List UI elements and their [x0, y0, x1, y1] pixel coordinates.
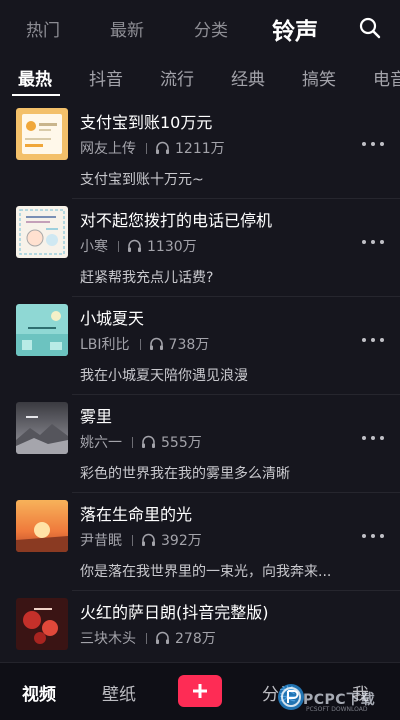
- ringtone-description: 赶紧帮我充点儿话费?: [80, 270, 214, 286]
- ringtone-author: 三块木头: [80, 631, 136, 647]
- ringtone-author: 姚六一: [80, 435, 122, 451]
- ringtone-play-count: 392万: [161, 533, 202, 549]
- ringtone-title: 对不起您拨打的电话已停机: [80, 211, 273, 230]
- ringtone-play-count: 278万: [175, 631, 216, 647]
- headphones-icon: [156, 631, 169, 644]
- tab-new[interactable]: 最新: [110, 16, 144, 41]
- ringtone-item[interactable]: 落在生命里的光 尹昔眠 392万 你是落在我世界里的一束光，向我奔来...: [0, 494, 400, 592]
- ringtone-meta: 姚六一 555万: [80, 432, 202, 452]
- create-button[interactable]: [178, 675, 222, 707]
- alipay-receipt-thumb-icon: [16, 108, 68, 160]
- tab-hot[interactable]: 热门: [26, 16, 60, 41]
- subtab-electronic[interactable]: 电音: [373, 65, 400, 90]
- more-options-icon[interactable]: [360, 136, 386, 152]
- sub-tabs: 最热 抖音 流行 经典 搞笑 电音: [0, 58, 400, 98]
- meta-separator: [132, 436, 133, 448]
- subtab-pop[interactable]: 流行: [160, 65, 194, 90]
- ringtone-play-count: 555万: [161, 435, 202, 451]
- ringtone-description: 你是落在我世界里的一束光，向我奔来...: [80, 564, 332, 580]
- ringtone-title: 落在生命里的光: [80, 505, 193, 524]
- ringtone-item[interactable]: 对不起您拨打的电话已停机 小寒 1130万 赶紧帮我充点儿话费?: [0, 200, 400, 298]
- headphones-icon: [149, 337, 163, 350]
- ringtone-item[interactable]: 火红的萨日朗(抖音完整版) 三块木头 278万: [0, 592, 400, 662]
- bottom-tab-video[interactable]: 视频: [22, 680, 56, 705]
- ringtone-item[interactable]: 支付宝到账10万元 网友上传 1211万 支付宝到账十万元~: [0, 102, 400, 200]
- ringtone-title: 小城夏天: [80, 309, 145, 328]
- more-options-icon[interactable]: [360, 430, 386, 446]
- more-options-icon[interactable]: [360, 332, 386, 348]
- ringtone-author: 小寒: [80, 239, 108, 255]
- ringtone-title: 支付宝到账10万元: [80, 113, 213, 132]
- tab-ringtone[interactable]: 铃声: [272, 12, 318, 46]
- ringtone-author: 网友上传: [80, 141, 136, 157]
- more-options-icon[interactable]: [360, 234, 386, 250]
- red-flower-thumb-icon: [16, 598, 68, 650]
- divider: [72, 394, 400, 395]
- divider: [72, 590, 400, 591]
- ringtone-author: LBI利比: [80, 337, 130, 353]
- divider: [72, 492, 400, 493]
- ringtone-play-count: 1130万: [147, 239, 197, 255]
- headphones-icon: [142, 435, 155, 448]
- meta-separator: [132, 534, 133, 546]
- subtab-classic[interactable]: 经典: [231, 65, 265, 90]
- watermark-subtext: PCSOFT DOWNLOAD: [306, 706, 368, 713]
- subtab-douyin[interactable]: 抖音: [89, 65, 123, 90]
- ringtone-meta: LBI利比 738万: [80, 334, 209, 354]
- headphones-icon: [156, 141, 169, 154]
- top-nav: 热门 最新 分类 铃声: [0, 0, 400, 58]
- ringtone-description: 我在小城夏天陪你遇见浪漫: [80, 368, 248, 384]
- divider: [72, 296, 400, 297]
- search-button[interactable]: [356, 14, 384, 42]
- ringtone-item[interactable]: 雾里 姚六一 555万 彩色的世界我在我的雾里多么清晰: [0, 396, 400, 494]
- plus-icon: [193, 684, 207, 698]
- headphones-icon: [128, 239, 141, 252]
- ringtone-meta: 尹昔眠 392万: [80, 530, 202, 550]
- subtab-hottest[interactable]: 最热: [18, 65, 52, 90]
- headphones-icon: [142, 533, 155, 546]
- ringtone-play-count: 738万: [168, 337, 210, 353]
- divider: [72, 198, 400, 199]
- more-options-icon[interactable]: [360, 528, 386, 544]
- ringtone-item[interactable]: 小城夏天 LBI利比 738万 我在小城夏天陪你遇见浪漫: [0, 298, 400, 396]
- meta-separator: [146, 142, 147, 154]
- foggy-mountain-thumb-icon: [16, 402, 68, 454]
- ringtone-title: 火红的萨日朗(抖音完整版): [80, 603, 269, 622]
- summer-town-thumb-icon: [16, 304, 68, 356]
- ringtone-description: 彩色的世界我在我的雾里多么清晰: [80, 466, 290, 482]
- subtab-funny[interactable]: 搞笑: [302, 65, 336, 90]
- tab-category[interactable]: 分类: [194, 16, 228, 41]
- active-subtab-indicator: [12, 94, 60, 96]
- cartoon-note-thumb-icon: [16, 206, 68, 258]
- meta-separator: [146, 632, 147, 644]
- ringtone-meta: 小寒 1130万: [80, 236, 197, 256]
- bottom-tab-wallpaper[interactable]: 壁纸: [102, 680, 136, 705]
- meta-separator: [118, 240, 119, 252]
- ringtone-description: 支付宝到账十万元~: [80, 172, 204, 188]
- ringtone-author: 尹昔眠: [80, 533, 122, 549]
- meta-separator: [139, 338, 141, 350]
- sunset-thumb-icon: [16, 500, 68, 552]
- ringtone-meta: 网友上传 1211万: [80, 138, 225, 158]
- ringtone-meta: 三块木头 278万: [80, 628, 216, 648]
- search-icon: [359, 17, 381, 39]
- ringtone-title: 雾里: [80, 407, 113, 426]
- ringtone-play-count: 1211万: [175, 141, 225, 157]
